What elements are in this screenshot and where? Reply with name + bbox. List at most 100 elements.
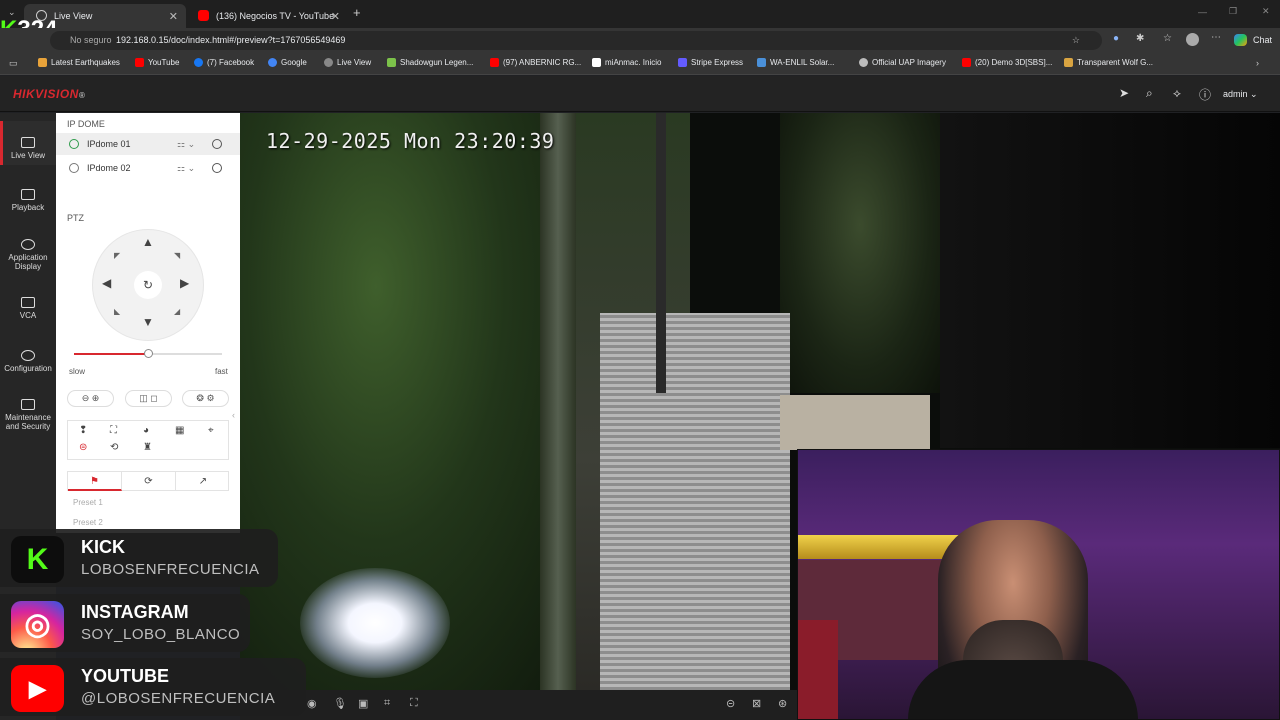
slider-knob[interactable] (144, 349, 153, 358)
ptz-down-right-icon[interactable]: ◢ (174, 307, 180, 316)
bookmark-item[interactable]: WA-ENLIL Solar... (757, 58, 834, 67)
digital-zoom-icon[interactable]: ⌗ (384, 697, 390, 710)
bookmark-item[interactable]: Official UAP Imagery (859, 58, 946, 67)
record-icon[interactable] (212, 163, 222, 173)
audio-icon[interactable]: 🎙 (333, 697, 347, 710)
preset-item[interactable]: Preset 2 (73, 518, 103, 527)
menu-call-icon[interactable]: ♜ (143, 442, 152, 453)
bookmark-item[interactable]: Shadowgun Legen... (387, 58, 473, 67)
stream-settings-icon[interactable]: ⚏ ⌄ (177, 157, 195, 179)
record-icon[interactable] (212, 139, 222, 149)
bookmark-item[interactable]: (20) Demo 3D[SBS]... (962, 58, 1052, 67)
social-platform: KICK (81, 537, 125, 557)
preset-item[interactable]: Preset 1 (73, 498, 103, 507)
bookmark-item[interactable]: Live View (324, 58, 371, 67)
new-tab-icon[interactable]: + (353, 5, 361, 20)
iris-close-icon[interactable]: ❂ (196, 393, 204, 403)
nav-vca[interactable]: VCA (0, 297, 56, 320)
grid-icon[interactable]: ▦ (175, 425, 184, 436)
bookmark-favicon-icon (592, 58, 601, 67)
nav-configuration[interactable]: Configuration (0, 350, 56, 373)
next-page-icon[interactable]: ⊛ (778, 697, 787, 710)
url-box[interactable]: No seguro 192.168.0.15/doc/index.html#/p… (50, 31, 1102, 50)
ptz-speed-slider[interactable] (74, 349, 222, 358)
bookmark-item[interactable]: Latest Earthquakes (38, 58, 120, 67)
capture-icon[interactable]: ◉ (307, 697, 317, 710)
bookmark-item[interactable]: Transparent Wolf G... (1064, 58, 1153, 67)
collapse-panel-icon[interactable]: ‹ (232, 410, 235, 420)
light-icon[interactable]: ❢ (79, 425, 87, 436)
more-menu-icon[interactable]: ⋯ (1211, 32, 1221, 43)
zoom-in-icon[interactable]: ⊕ (92, 393, 100, 403)
ptz-down-left-icon[interactable]: ◣ (114, 307, 120, 316)
bookmark-favicon-icon (324, 58, 333, 67)
send-icon[interactable]: ➤ (1119, 86, 1129, 100)
focus-near-icon[interactable]: ◫ (139, 393, 148, 403)
camera-item[interactable]: IPdome 02 ⚏ ⌄ (56, 157, 240, 179)
tab-pattern-icon[interactable]: ↗ (176, 472, 230, 491)
ptz-auto-icon[interactable]: ↻ (134, 271, 162, 299)
stop-all-icon[interactable]: ⊠ (752, 697, 761, 710)
nav-maintenance-security[interactable]: Maintenance and Security (0, 399, 56, 431)
ptz-up-right-icon[interactable]: ◥ (174, 251, 180, 260)
bookmarks-overflow-icon[interactable]: › (1256, 58, 1259, 68)
snapshot-icon[interactable]: ▣ (358, 697, 368, 710)
extensions-puzzle-icon[interactable]: ✱ (1136, 33, 1144, 44)
sidebar-toggle-icon[interactable]: ▭ (9, 58, 18, 69)
manual-tracking-icon[interactable]: ⛶ (110, 425, 117, 436)
profile-avatar[interactable] (1186, 33, 1199, 46)
tab-preset-icon[interactable]: ⚑ (68, 472, 122, 491)
one-touch-park-icon[interactable]: ⟲ (110, 442, 118, 453)
fullscreen-icon[interactable]: ⛶ (410, 697, 418, 710)
tab-close-icon[interactable]: ✕ (331, 10, 340, 23)
3d-positioning-icon[interactable]: ⌖ (208, 425, 214, 436)
iris-open-icon[interactable]: ⚙ (206, 393, 214, 403)
bookmark-favicon-icon (678, 58, 687, 67)
bookmark-item[interactable]: Stripe Express (678, 58, 743, 67)
ptz-down-icon[interactable]: ▼ (142, 315, 154, 329)
minimize-icon[interactable]: — (1198, 7, 1207, 17)
bookmark-item[interactable]: (97) ANBERNIC RG... (490, 58, 581, 67)
camera-item[interactable]: IPdome 01 ⚏ ⌄ (56, 133, 240, 155)
close-window-icon[interactable]: ✕ (1262, 6, 1270, 17)
ptz-left-icon[interactable]: ◀ (102, 276, 111, 290)
nav-playback[interactable]: Playback (0, 189, 56, 212)
wiper-icon[interactable]: ◕ (143, 425, 149, 436)
bookmark-item[interactable]: Google (268, 58, 307, 67)
ptz-right-icon[interactable]: ▶ (180, 276, 189, 290)
search-icon[interactable]: ⌕ (1146, 86, 1153, 101)
user-menu[interactable]: admin ⌄ (1223, 89, 1258, 100)
app-header: HIKVISION® ➤ ⌕ ⟡ ⓘ admin ⌄ (0, 76, 1280, 112)
ptz-up-icon[interactable]: ▲ (142, 235, 154, 249)
bookmark-item[interactable]: miAnmac. Inicio (592, 58, 661, 67)
bookmark-star-icon[interactable]: ☆ (1072, 31, 1080, 50)
iris-controls[interactable]: ❂ ⚙ (182, 390, 229, 407)
favorites-icon[interactable]: ☆ (1163, 33, 1172, 44)
focus-far-icon[interactable]: ◻ (150, 393, 157, 403)
zoom-out-icon[interactable]: ⊖ (82, 393, 90, 403)
ptz-up-left-icon[interactable]: ◤ (114, 251, 120, 260)
bookmark-item[interactable]: YouTube (135, 58, 179, 67)
bookmark-favicon-icon (962, 58, 971, 67)
info-icon[interactable]: ⓘ (1199, 86, 1211, 103)
tab-close-icon[interactable]: ✕ (169, 10, 178, 23)
nav-live-view[interactable]: Live View (0, 121, 56, 165)
previous-page-icon[interactable]: ⊝ (726, 697, 735, 710)
stream-settings-icon[interactable]: ⚏ ⌄ (177, 133, 195, 155)
bookmark-item[interactable]: (7) Facebook (194, 58, 254, 67)
instagram-icon: ◎ (11, 601, 64, 648)
focus-controls[interactable]: ◫ ◻ (125, 390, 172, 407)
nav-application-display[interactable]: Application Display (0, 239, 56, 271)
apps-icon[interactable]: ⟡ (1173, 86, 1181, 101)
zoom-area-icon[interactable]: ⊜ (79, 442, 87, 453)
streamer-webcam (797, 449, 1280, 720)
extension-icon[interactable]: ● (1113, 33, 1119, 44)
copilot-icon[interactable] (1234, 34, 1247, 46)
restore-icon[interactable]: ❐ (1229, 6, 1237, 17)
zoom-controls[interactable]: ⊖ ⊕ (67, 390, 114, 407)
chat-button[interactable]: Chat (1253, 35, 1272, 45)
tab-youtube[interactable]: (136) Negocios TV - YouTube ✕ (186, 4, 348, 28)
social-platform: YOUTUBE (81, 666, 170, 686)
youtube-icon: ▶ (11, 665, 64, 712)
tab-patrol-icon[interactable]: ⟳ (122, 472, 176, 491)
